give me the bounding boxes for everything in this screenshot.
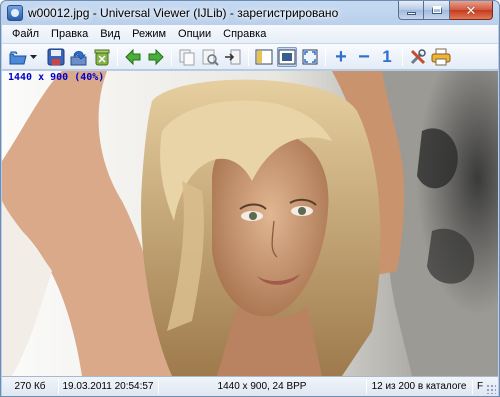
status-separator bbox=[366, 379, 367, 394]
zoom-in-icon: + bbox=[335, 45, 347, 68]
status-position: 12 из 200 в каталоге bbox=[371, 381, 467, 392]
tools-icon bbox=[410, 49, 426, 65]
menu-options[interactable]: Опции bbox=[172, 26, 217, 43]
chevron-down-icon bbox=[30, 54, 37, 59]
app-icon[interactable] bbox=[7, 5, 23, 21]
window-title: w00012.jpg - Universal Viewer (IJLib) - … bbox=[28, 6, 339, 20]
menu-help[interactable]: Справка bbox=[217, 26, 272, 43]
zoom-out-button[interactable]: − bbox=[354, 45, 374, 68]
toolbar-separator bbox=[171, 48, 172, 66]
actual-size-button[interactable]: 1 bbox=[377, 47, 397, 67]
print-icon bbox=[431, 48, 451, 66]
status-separator bbox=[58, 379, 59, 394]
resize-grip[interactable] bbox=[486, 384, 496, 394]
actual-size-icon: 1 bbox=[382, 47, 392, 66]
toolbar-separator bbox=[402, 48, 403, 66]
menu-edit[interactable]: Правка bbox=[45, 26, 94, 43]
status-separator bbox=[158, 379, 159, 394]
maximize-icon bbox=[431, 6, 442, 14]
zoom-in-button[interactable]: + bbox=[331, 45, 351, 68]
delete-icon bbox=[94, 49, 110, 66]
panel-icon bbox=[255, 49, 273, 65]
open-button[interactable] bbox=[8, 47, 28, 67]
save-button[interactable] bbox=[46, 47, 66, 67]
menu-mode[interactable]: Режим bbox=[126, 26, 172, 43]
open-dropdown[interactable] bbox=[29, 47, 38, 67]
menu-view[interactable]: Вид bbox=[94, 26, 126, 43]
status-separator bbox=[472, 379, 473, 394]
fullscreen-icon bbox=[302, 49, 318, 65]
status-dimensions: 1440 x 900, 24 BPP bbox=[217, 381, 307, 392]
next-button[interactable] bbox=[146, 47, 166, 67]
caption-buttons: ✕ bbox=[398, 1, 493, 20]
toolbar-separator bbox=[117, 48, 118, 66]
toolbar-separator bbox=[248, 48, 249, 66]
tools-button[interactable] bbox=[408, 47, 428, 67]
open-folder-icon bbox=[9, 51, 27, 65]
find-button[interactable] bbox=[200, 47, 220, 67]
reload-icon bbox=[70, 50, 87, 66]
previous-icon bbox=[125, 48, 141, 66]
status-file-size: 270 Кб bbox=[14, 381, 46, 392]
fit-window-button[interactable] bbox=[277, 47, 297, 67]
panel-button[interactable] bbox=[254, 47, 274, 67]
close-button[interactable]: ✕ bbox=[450, 1, 493, 20]
status-flag: F bbox=[476, 381, 484, 392]
save-icon bbox=[47, 48, 65, 66]
status-date: 19.03.2011 20:54:57 bbox=[62, 381, 154, 392]
zoom-out-icon: − bbox=[358, 45, 370, 68]
copy-icon bbox=[179, 49, 195, 66]
toolbar-separator bbox=[325, 48, 326, 66]
displayed-photo bbox=[2, 71, 498, 376]
copy-button[interactable] bbox=[177, 47, 197, 67]
maximize-button[interactable] bbox=[424, 1, 450, 20]
next-icon bbox=[148, 48, 164, 66]
print-button[interactable] bbox=[431, 47, 451, 67]
status-bar: 270 Кб 19.03.2011 20:54:57 1440 x 900, 2… bbox=[2, 376, 498, 396]
fullscreen-button[interactable] bbox=[300, 47, 320, 67]
close-icon: ✕ bbox=[465, 2, 477, 18]
menu-bar: Файл Правка Вид Режим Опции Справка bbox=[2, 25, 498, 44]
fit-window-icon bbox=[278, 49, 296, 65]
menu-file[interactable]: Файл bbox=[6, 26, 45, 43]
minimize-icon bbox=[406, 11, 416, 15]
app-window: w00012.jpg - Universal Viewer (IJLib) - … bbox=[0, 0, 500, 397]
previous-button[interactable] bbox=[123, 47, 143, 67]
goto-icon bbox=[225, 49, 241, 65]
delete-button[interactable] bbox=[92, 47, 112, 67]
find-icon bbox=[202, 49, 219, 66]
minimize-button[interactable] bbox=[398, 1, 424, 20]
goto-button[interactable] bbox=[223, 47, 243, 67]
image-info-overlay: 1440 x 900 (40%) bbox=[8, 72, 105, 83]
image-viewport[interactable]: 1440 x 900 (40%) bbox=[2, 71, 498, 376]
title-bar[interactable]: w00012.jpg - Universal Viewer (IJLib) - … bbox=[1, 1, 499, 25]
toolbar: + − 1 bbox=[2, 44, 498, 70]
reload-button[interactable] bbox=[69, 47, 89, 67]
